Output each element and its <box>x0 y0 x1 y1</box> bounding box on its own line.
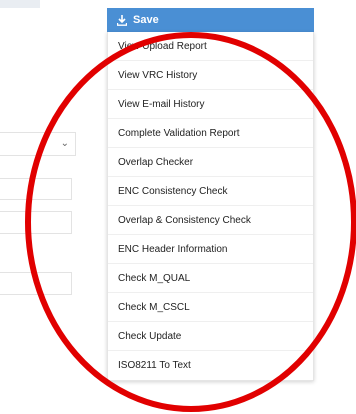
background-input[interactable] <box>0 178 72 200</box>
menu-item-enc-header-information[interactable]: ENC Header Information <box>108 235 313 264</box>
menu-item-view-email-history[interactable]: View E-mail History <box>108 90 313 119</box>
background-input[interactable] <box>0 211 72 234</box>
menu-item-overlap-consistency-check[interactable]: Overlap & Consistency Check <box>108 206 313 235</box>
menu-item-enc-consistency-check[interactable]: ENC Consistency Check <box>108 177 313 206</box>
menu-item-complete-validation-report[interactable]: Complete Validation Report <box>108 119 313 148</box>
menu-item-view-vrc-history[interactable]: View VRC History <box>108 61 313 90</box>
page: ⌄ Save View Upload Report View VRC Histo… <box>0 0 356 414</box>
save-dropdown-menu: View Upload Report View VRC History View… <box>107 32 314 381</box>
menu-item-check-m-qual[interactable]: Check M_QUAL <box>108 264 313 293</box>
menu-item-check-update[interactable]: Check Update <box>108 322 313 351</box>
background-tab <box>0 0 40 8</box>
save-button-label: Save <box>133 14 159 26</box>
download-icon <box>117 14 127 26</box>
save-button[interactable]: Save <box>107 8 314 32</box>
chevron-down-icon: ⌄ <box>60 138 69 149</box>
menu-item-view-upload-report[interactable]: View Upload Report <box>108 32 313 61</box>
menu-item-overlap-checker[interactable]: Overlap Checker <box>108 148 313 177</box>
background-input[interactable] <box>0 272 72 295</box>
menu-item-check-m-cscl[interactable]: Check M_CSCL <box>108 293 313 322</box>
menu-item-iso8211-to-text[interactable]: ISO8211 To Text <box>108 351 313 380</box>
background-select[interactable]: ⌄ <box>0 132 76 156</box>
